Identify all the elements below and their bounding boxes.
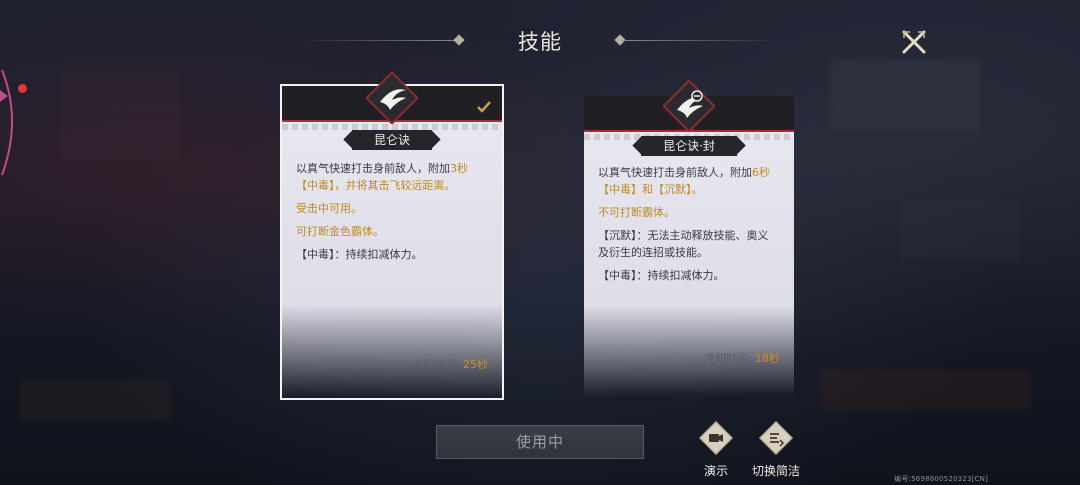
header-line-right xyxy=(622,40,782,41)
skill-description: 以真气快速打击身前敌人，附加3秒 【中毒】，并将其击飞较远距离。 受击中可用。 … xyxy=(296,162,468,261)
check-icon xyxy=(477,101,491,113)
skill-card-kunlun-feng[interactable]: 昆仑诀·封 以真气快速打击身前敌人，附加6秒 【中毒】和【沉默】。 不可打断霸体… xyxy=(584,80,794,396)
use-button[interactable]: 使用中 xyxy=(436,425,644,459)
header-line-left xyxy=(300,40,460,41)
page-title: 技能 xyxy=(518,30,562,54)
skill-icon xyxy=(366,72,418,124)
blurred-background xyxy=(0,0,1080,485)
demo-badge xyxy=(699,421,733,455)
notification-dot xyxy=(18,84,27,93)
skill-card-kunlun[interactable]: 昆仑诀 以真气快速打击身前敌人，附加3秒 【中毒】，并将其击飞较远距离。 受击中… xyxy=(280,72,504,400)
demo-label: 演示 xyxy=(703,464,728,478)
build-id: 编号:5698600520323[CN] xyxy=(894,475,988,483)
skill-name: 昆仑诀 xyxy=(351,130,433,150)
side-arc-decoration xyxy=(0,69,13,176)
close-icon[interactable] xyxy=(900,28,928,56)
skill-description: 以真气快速打击身前敌人，附加6秒 【中毒】和【沉默】。 不可打断霸体。 【沉默】… xyxy=(598,166,770,282)
switch-label: 切换简洁 xyxy=(751,464,800,478)
list-icon xyxy=(770,433,785,447)
video-icon xyxy=(709,434,723,442)
cooldown: 冷却时间: 25秒 xyxy=(411,358,488,371)
switch-simple-button[interactable]: 切换简洁 xyxy=(746,421,806,479)
cooldown: 冷却时间: 18秒 xyxy=(703,352,780,365)
demo-button[interactable]: 演示 xyxy=(686,421,746,479)
skill-name: 昆仑诀·封 xyxy=(641,136,737,156)
switch-badge xyxy=(759,421,793,455)
skill-icon xyxy=(663,80,715,132)
